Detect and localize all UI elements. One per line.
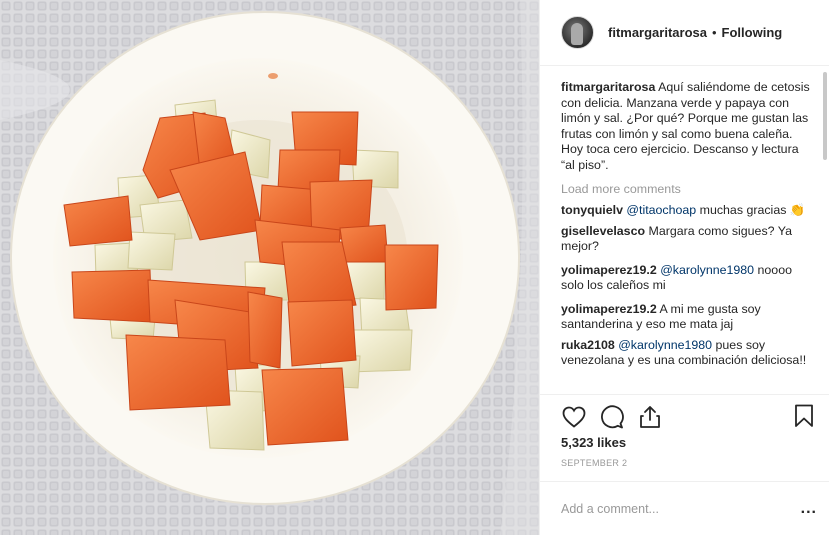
- comment-item: yolimaperez19.2 A mi me gusta soy santan…: [561, 302, 812, 333]
- post-date[interactable]: SEPTEMBER 2: [561, 458, 829, 468]
- comment-username-link[interactable]: ruka2108: [561, 338, 615, 352]
- post-actions: 5,323 likes SEPTEMBER 2: [540, 394, 829, 481]
- comment-item: tonyquielv @titaochoap muchas gracias 👏: [561, 203, 812, 219]
- comment-mention-link[interactable]: @karolynne1980: [660, 263, 754, 277]
- action-icons-row: [561, 395, 829, 439]
- comments-list[interactable]: fitmargaritarosa Aquí saliéndome de ceto…: [540, 67, 822, 394]
- heart-icon[interactable]: [561, 404, 587, 430]
- comment-mention-link[interactable]: @karolynne1980: [618, 338, 712, 352]
- comment-username-link[interactable]: yolimaperez19.2: [561, 302, 657, 316]
- comment-mention-link[interactable]: @titaochoap: [626, 203, 696, 217]
- caption-username-link[interactable]: fitmargaritarosa: [561, 80, 655, 94]
- following-button[interactable]: Following: [722, 25, 783, 40]
- header-separator: •: [711, 25, 717, 40]
- comment-text: muchas gracias 👏: [696, 203, 806, 217]
- comment-username-link[interactable]: tonyquielv: [561, 203, 623, 217]
- post-header: fitmargaritarosa • Following: [540, 0, 829, 66]
- comment-item: yolimaperez19.2 @karolynne1980 noooo sol…: [561, 263, 812, 294]
- more-options-icon[interactable]: ...: [801, 501, 817, 517]
- comment-username-link[interactable]: yolimaperez19.2: [561, 263, 657, 277]
- share-upload-icon[interactable]: [637, 404, 663, 430]
- bookmark-icon[interactable]: [794, 404, 820, 430]
- post-side-panel: fitmargaritarosa • Following fitmargarit…: [539, 0, 829, 535]
- comment-item: gisellevelasco Margara como sigues? Ya m…: [561, 224, 812, 255]
- comments-scrollbar[interactable]: [823, 72, 827, 160]
- add-comment-input[interactable]: [561, 501, 771, 516]
- caption: fitmargaritarosa Aquí saliéndome de ceto…: [561, 80, 812, 173]
- load-more-comments-link[interactable]: Load more comments: [561, 182, 681, 196]
- comment-bubble-icon[interactable]: [599, 404, 625, 430]
- add-comment-bar: ...: [540, 481, 829, 535]
- post-photo[interactable]: [0, 0, 539, 535]
- instagram-post: fitmargaritarosa • Following fitmargarit…: [0, 0, 829, 535]
- comment-username-link[interactable]: gisellevelasco: [561, 224, 645, 238]
- comment-item: ruka2108 @karolynne1980 pues soy venezol…: [561, 338, 812, 369]
- fruit-bowl-image: [0, 0, 539, 535]
- avatar[interactable]: [561, 16, 594, 49]
- likes-count[interactable]: 5,323 likes: [561, 435, 829, 450]
- header-username-link[interactable]: fitmargaritarosa: [608, 25, 707, 40]
